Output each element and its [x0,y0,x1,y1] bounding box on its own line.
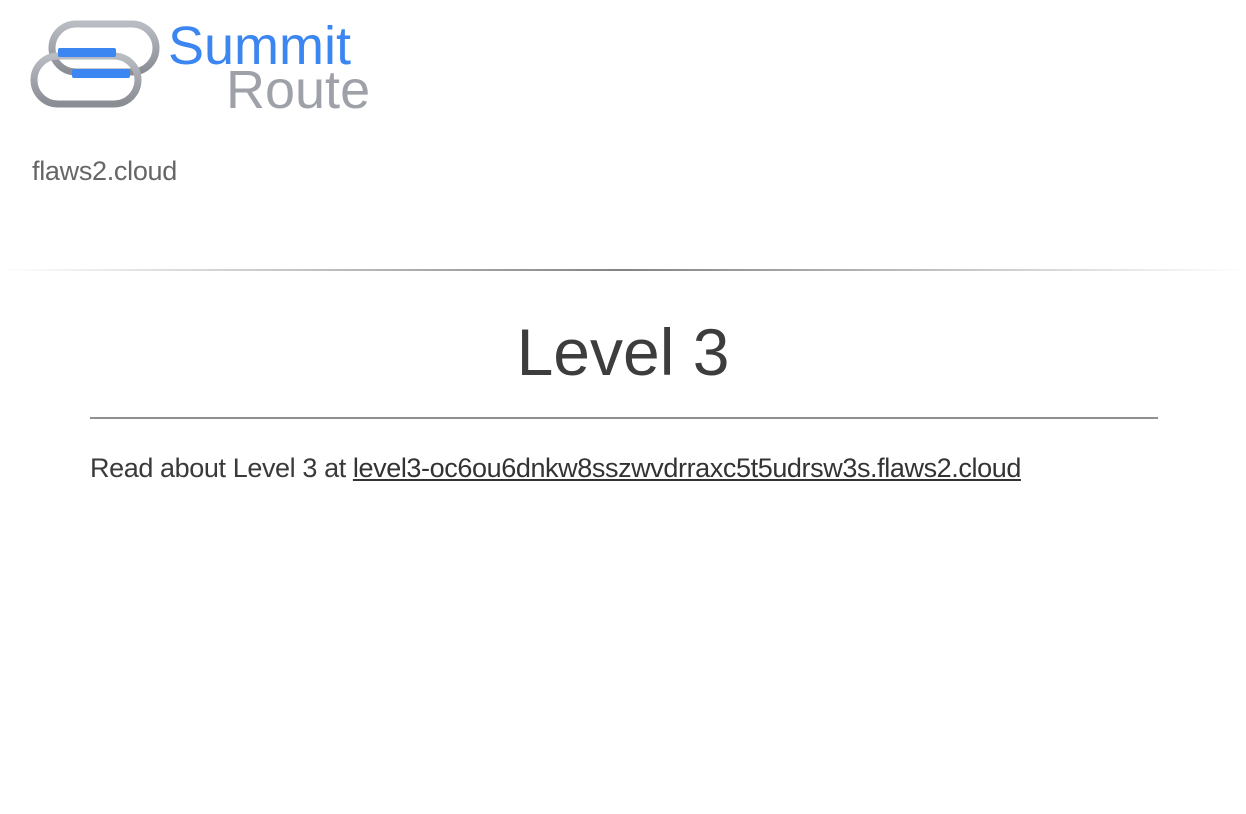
header-divider [0,269,1246,271]
site-name-link[interactable]: flaws2.cloud [32,156,177,187]
page: Summit Route flaws2.cloud Level 3 Read a… [0,0,1246,814]
logo-mark-icon [30,20,160,108]
read-about-prefix: Read about Level 3 at [90,453,353,483]
title-divider [90,417,1158,419]
logo-text-route: Route [226,60,370,112]
level3-link[interactable]: level3-oc6ou6dnkw8sszwvdrraxc5t5udrsw3s.… [353,453,1021,483]
summit-route-logo[interactable]: Summit Route [30,18,440,112]
read-about-paragraph: Read about Level 3 at level3-oc6ou6dnkw8… [90,453,1021,484]
page-title: Level 3 [516,315,730,389]
